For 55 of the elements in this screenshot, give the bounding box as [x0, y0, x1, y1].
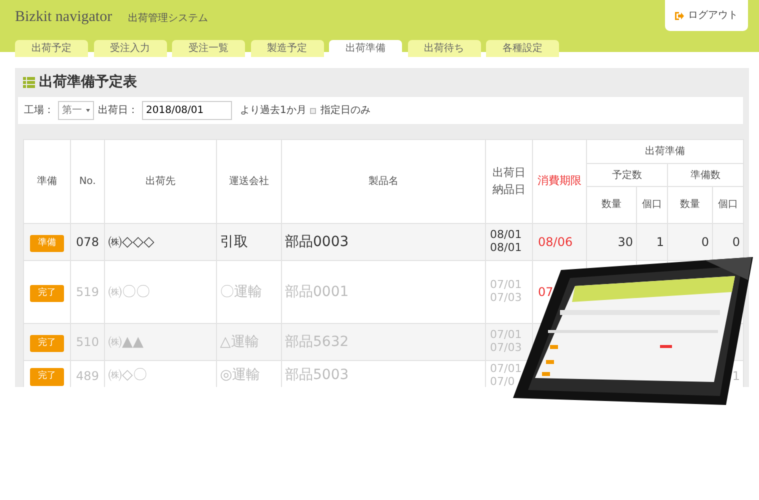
- nav-tab[interactable]: 受注一覧: [172, 40, 245, 56]
- table-cell: 489: [76, 368, 99, 382]
- table-cell: 08/06: [538, 235, 573, 249]
- column-header: 出荷準備: [586, 140, 744, 164]
- table-cell: 〇運輸: [220, 284, 262, 300]
- table-cell: 1: [656, 235, 664, 249]
- nav-tab[interactable]: 出荷待ち: [408, 40, 480, 56]
- field-label: 工場：: [24, 104, 54, 118]
- table-cell: 078: [76, 235, 99, 249]
- column-header: 予定数: [586, 164, 668, 186]
- table-cell: 07: [538, 285, 554, 299]
- table-cell: 部品0001: [285, 284, 349, 300]
- table-cell: 0: [701, 235, 709, 249]
- nav-tab[interactable]: 受注入力: [94, 40, 166, 56]
- table-cell: 1: [732, 368, 740, 382]
- table-cell: ㈱◇〇: [108, 367, 147, 383]
- table-cell: ㈱〇〇: [108, 284, 150, 300]
- table-cell: 引取: [220, 234, 248, 250]
- nav-tab[interactable]: 各種設定: [486, 40, 559, 56]
- table-cell: 519: [76, 285, 99, 299]
- table-cell: △運輸: [220, 334, 259, 350]
- table-cell: 30: [618, 235, 633, 249]
- column-header: 準備: [24, 140, 70, 224]
- column-header: 準備数: [668, 164, 744, 186]
- table-cell-text: 07/03: [490, 292, 523, 305]
- logout-button[interactable]: ログアウト: [665, 0, 748, 31]
- table-cell: 部品5632: [285, 334, 349, 350]
- table-cell: 部品5003: [285, 367, 349, 383]
- field-label: 出荷日：: [98, 104, 138, 118]
- table-cell-text: 07/01: [490, 279, 523, 292]
- table-cell: ㈱▲▲: [108, 334, 144, 350]
- table-cell: 510: [76, 335, 99, 349]
- table-cell-text: 07/0: [490, 376, 516, 387]
- table-cell-text: 08/01: [490, 242, 523, 255]
- factory-select[interactable]: 第一: [58, 101, 94, 120]
- date-field[interactable]: 2018/08/01: [142, 101, 232, 120]
- nav-tab[interactable]: 製造予定: [250, 40, 324, 56]
- panel-title: 出荷準備予定表: [39, 72, 137, 92]
- app-title: Bizkit navigator: [15, 8, 112, 27]
- table-cell-text: 07/01: [490, 362, 523, 376]
- list-icon: [23, 77, 35, 88]
- table-cell-text: 07/01: [490, 329, 523, 342]
- table-cell: ㈱◇◇◇: [108, 234, 154, 250]
- range-text: より過去1か月: [240, 104, 306, 118]
- table-cell-text: 08/01: [490, 229, 523, 242]
- table-cell: ◎運輸: [220, 367, 260, 383]
- table-cell: 0: [732, 235, 740, 249]
- checkbox[interactable]: [310, 108, 316, 114]
- app-subtitle: 出荷管理システム: [128, 12, 208, 26]
- checkbox-label: 指定日のみ: [320, 104, 370, 118]
- table-cell: 部品0003: [285, 234, 349, 250]
- nav-tab[interactable]: 出荷予定: [15, 40, 88, 56]
- caret-icon: [86, 109, 90, 112]
- table-cell-text: 07/03: [490, 342, 523, 355]
- logout-icon: [675, 12, 684, 20]
